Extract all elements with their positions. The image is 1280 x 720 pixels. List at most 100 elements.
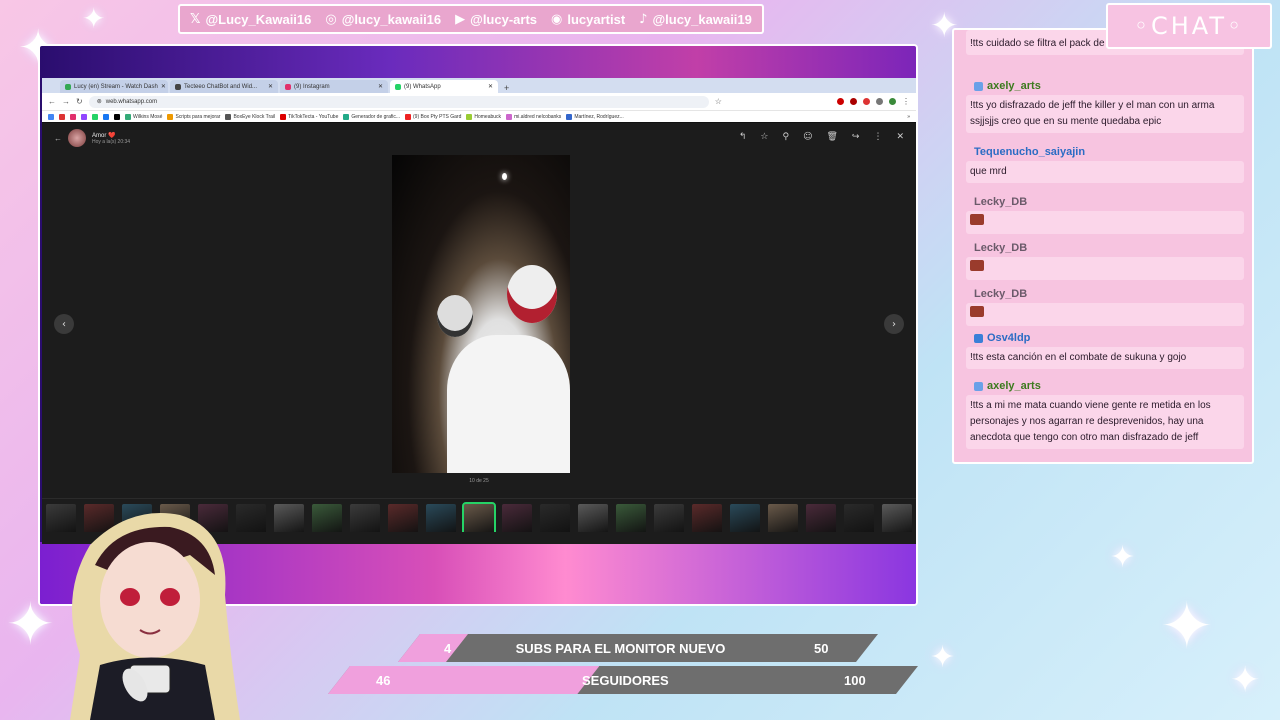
sparkle-decoration: ✦ (82, 2, 106, 35)
social-handle: @lucy_kawaii19 (652, 11, 752, 27)
chat-username[interactable]: axely_arts (974, 80, 1244, 92)
bookmark-star-icon[interactable]: ☆ (715, 97, 722, 106)
bookmarks-bar: Wilkins Mosé Scripts para mejorar BoxEye… (42, 110, 916, 122)
contact-avatar[interactable] (68, 129, 86, 147)
social-links-bar: 𝕏 @Lucy_Kawaii16 ◎ @lucy_kawaii16 ▶ @lucy-a… (178, 4, 764, 34)
chat-username[interactable]: Lecky_DB (974, 288, 1244, 300)
sparkle-decoration: ✦ (1230, 660, 1261, 701)
bookmark-label: mi.aldred nelcobanks (514, 113, 562, 120)
reply-icon[interactable]: ↰ (739, 132, 747, 142)
emoji-icon[interactable]: ☺ (803, 132, 812, 142)
bookmarks-overflow-icon[interactable]: » (907, 114, 910, 120)
bookmark-item[interactable]: Martínez, Rodríguez... (566, 113, 624, 120)
chat-message: axely_arts !tts a mi me mata cuando viene… (966, 380, 1244, 449)
media-thumbnail[interactable] (844, 504, 874, 532)
address-bar[interactable]: ⊚ web.whatsapp.com (88, 95, 709, 108)
pin-icon[interactable]: ⚲ (782, 132, 789, 142)
media-thumbnail-selected[interactable] (462, 502, 496, 532)
bookmark-item[interactable]: mi.aldred nelcobanks (506, 113, 562, 120)
media-thumbnail[interactable] (426, 504, 456, 532)
chat-username-text: axely_arts (987, 380, 1041, 392)
media-thumbnail[interactable] (388, 504, 418, 532)
media-thumbnail[interactable] (540, 504, 570, 532)
bookmark-icon[interactable] (48, 113, 54, 120)
emote-icon (970, 306, 984, 317)
social-youtube: ▶ @lucy-arts (455, 12, 537, 27)
media-thumbnail[interactable] (692, 504, 722, 532)
browser-menu-icon[interactable]: ⋮ (902, 97, 910, 106)
extension-icon[interactable] (876, 98, 883, 105)
photo-detail (447, 335, 570, 473)
close-icon[interactable]: ✕ (161, 83, 166, 90)
bookmark-icon[interactable] (103, 113, 109, 120)
whatsapp-media-viewer: ← Amor ❤️ Hoy a la(s) 20:34 ↰ ☆ ⚲ ☺ 🗑 ↪ … (42, 123, 916, 544)
back-icon[interactable]: ← (48, 97, 56, 106)
browser-tab[interactable]: Tecteeo ChatBot and Wid... ✕ (170, 80, 278, 93)
bookmark-item[interactable]: BoxEye Klock Trail (225, 113, 275, 120)
forward-icon[interactable]: → (62, 97, 70, 106)
browser-tab-active[interactable]: (9) WhatsApp ✕ (390, 80, 498, 93)
new-tab-button[interactable]: + (500, 83, 513, 93)
site-info-icon[interactable]: ⊚ (97, 98, 102, 105)
next-media-button[interactable]: › (884, 314, 904, 334)
discord-icon: ◉ (551, 11, 563, 27)
bookmark-item[interactable]: TikTokTecta - YouTube (280, 113, 338, 120)
tab-favicon-icon (65, 83, 71, 90)
bookmark-item[interactable]: (9) Box Pty PTS Gard (405, 113, 462, 120)
chat-username[interactable]: Lecky_DB (974, 196, 1244, 208)
bookmark-item[interactable]: Generador de grafic... (343, 113, 401, 120)
profile-icon[interactable] (889, 98, 896, 105)
extension-icon[interactable] (863, 98, 870, 105)
bookmark-icon[interactable] (114, 113, 120, 120)
media-thumbnail[interactable] (806, 504, 836, 532)
extension-icon[interactable] (850, 98, 857, 105)
bookmark-icon[interactable] (59, 113, 65, 120)
media-thumbnail[interactable] (274, 504, 304, 532)
close-icon[interactable]: ✕ (378, 83, 383, 90)
forward-icon[interactable]: ↪ (852, 132, 860, 142)
previous-media-button[interactable]: ‹ (54, 314, 74, 334)
browser-tab[interactable]: (9) Instagram ✕ (280, 80, 388, 93)
chat-username[interactable]: Tequenucho_saiyajin (974, 146, 1244, 158)
chat-username[interactable]: Lecky_DB (974, 242, 1244, 254)
media-thumbnail[interactable] (730, 504, 760, 532)
bookmark-icon[interactable] (92, 113, 98, 120)
media-thumbnail[interactable] (350, 504, 380, 532)
bookmark-label: Generador de grafic... (351, 113, 401, 120)
media-thumbnail[interactable] (882, 504, 912, 532)
media-thumbnail[interactable] (654, 504, 684, 532)
social-handle: lucyartist (567, 11, 626, 27)
delete-icon[interactable]: 🗑 (826, 132, 837, 142)
more-options-icon[interactable]: ⋮ (873, 132, 882, 142)
bookmark-icon[interactable] (81, 113, 87, 120)
media-thumbnail[interactable] (312, 504, 342, 532)
bookmark-icon[interactable] (70, 113, 76, 120)
photo-detail (502, 173, 507, 180)
close-icon[interactable]: ✕ (488, 83, 493, 90)
chat-message: Tequenucho_saiyajin que mrd (966, 146, 1244, 183)
media-thumbnail[interactable] (502, 504, 532, 532)
bookmark-item[interactable]: Scripts para mejorar (167, 113, 220, 120)
chat-username[interactable]: axely_arts (974, 380, 1244, 392)
media-thumbnail[interactable] (616, 504, 646, 532)
viewer-back-icon[interactable]: ← (54, 134, 62, 143)
close-icon[interactable]: ✕ (268, 83, 273, 90)
close-icon[interactable]: ✕ (896, 132, 904, 142)
media-thumbnail[interactable] (578, 504, 608, 532)
social-instagram: ◎ @lucy_kawaii16 (325, 12, 441, 27)
extension-icon[interactable] (837, 98, 844, 105)
url-text: web.whatsapp.com (105, 98, 158, 105)
bookmark-label: (9) Box Pty PTS Gard (413, 113, 462, 120)
tiktok-icon: ♪ (639, 11, 648, 27)
star-icon[interactable]: ☆ (760, 132, 768, 142)
browser-tab[interactable]: Lucy (en) Stream - Watch Dash ✕ (60, 80, 168, 93)
browser-toolbar: ← → ↻ ⊚ web.whatsapp.com ☆ ⋮ (42, 93, 916, 110)
social-x: 𝕏 @Lucy_Kawaii16 (190, 12, 311, 27)
bookmark-item[interactable]: Homeabuck (466, 113, 501, 120)
reload-icon[interactable]: ↻ (76, 97, 83, 106)
chat-message-text (966, 303, 1244, 326)
bookmark-item[interactable]: Wilkins Mosé (125, 113, 162, 120)
contact-name: Amor ❤️ (92, 132, 116, 139)
media-thumbnail[interactable] (768, 504, 798, 532)
chat-username[interactable]: Osv4ldp (974, 332, 1244, 344)
